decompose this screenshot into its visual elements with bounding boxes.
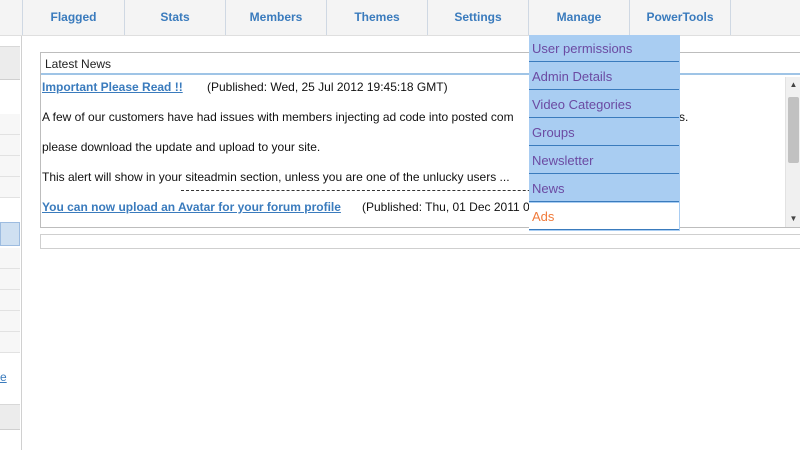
news-header: Latest News — [41, 53, 800, 75]
sidebar-row[interactable] — [0, 269, 20, 290]
news-text-line: This alert will show in your siteadmin s… — [42, 170, 510, 184]
menu-item-ads[interactable]: Ads — [529, 203, 679, 230]
sidebar-list — [0, 114, 20, 198]
menu-item-newsletter[interactable]: Newsletter — [529, 147, 679, 174]
sidebar-row[interactable] — [0, 156, 20, 177]
nav-stats[interactable]: Stats — [125, 0, 226, 35]
sidebar-row[interactable] — [0, 114, 20, 135]
secondary-panel — [40, 234, 800, 249]
news-scrollbar[interactable]: ▲ ▼ — [785, 77, 800, 227]
latest-news-panel: Latest News Important Please Read !! (Pu… — [40, 52, 800, 228]
nav-flagged[interactable]: Flagged — [22, 0, 125, 35]
top-nav: Flagged Stats Members Themes Settings Ma… — [0, 0, 800, 36]
news-text-line: A few of our customers have had issues w… — [42, 110, 514, 124]
news-text-line: please download the update and upload to… — [42, 140, 321, 154]
sidebar-row[interactable] — [0, 248, 20, 269]
sidebar-row[interactable] — [0, 135, 20, 156]
news-separator — [181, 190, 581, 191]
nav-settings[interactable]: Settings — [428, 0, 529, 35]
menu-item-news[interactable]: News — [529, 175, 679, 202]
sidebar-link[interactable]: e — [0, 370, 7, 384]
news-published-date: (Published: Wed, 25 Jul 2012 19:45:18 GM… — [207, 80, 448, 94]
sidebar-row[interactable] — [0, 290, 20, 311]
sidebar-selected-item[interactable] — [0, 222, 20, 246]
scroll-up-arrow-icon[interactable]: ▲ — [786, 77, 800, 93]
nav-members[interactable]: Members — [226, 0, 327, 35]
sidebar-header-box — [0, 46, 20, 80]
left-sidebar: e — [0, 36, 22, 450]
sidebar-row[interactable] — [0, 177, 20, 198]
menu-item-admin-details[interactable]: Admin Details — [529, 63, 679, 90]
menu-item-user-permissions[interactable]: User permissions — [529, 35, 679, 62]
news-title-link[interactable]: You can now upload an Avatar for your fo… — [42, 200, 341, 214]
menu-item-groups[interactable]: Groups — [529, 119, 679, 146]
sidebar-footer-box — [0, 404, 20, 430]
news-title-link[interactable]: Important Please Read !! — [42, 80, 183, 94]
sidebar-row[interactable] — [0, 332, 20, 353]
nav-manage[interactable]: Manage — [529, 0, 630, 35]
nav-themes[interactable]: Themes — [327, 0, 428, 35]
news-published-date: (Published: Thu, 01 Dec 2011 0 — [362, 200, 530, 214]
nav-powertools[interactable]: PowerTools — [630, 0, 731, 35]
scroll-thumb[interactable] — [788, 97, 799, 163]
manage-dropdown-menu: User permissions Admin Details Video Cat… — [529, 35, 680, 231]
scroll-down-arrow-icon[interactable]: ▼ — [786, 211, 800, 227]
menu-item-video-categories[interactable]: Video Categories — [529, 91, 679, 118]
news-text-line-tail: s. — [679, 110, 689, 124]
sidebar-list-2 — [0, 248, 20, 353]
sidebar-row[interactable] — [0, 311, 20, 332]
